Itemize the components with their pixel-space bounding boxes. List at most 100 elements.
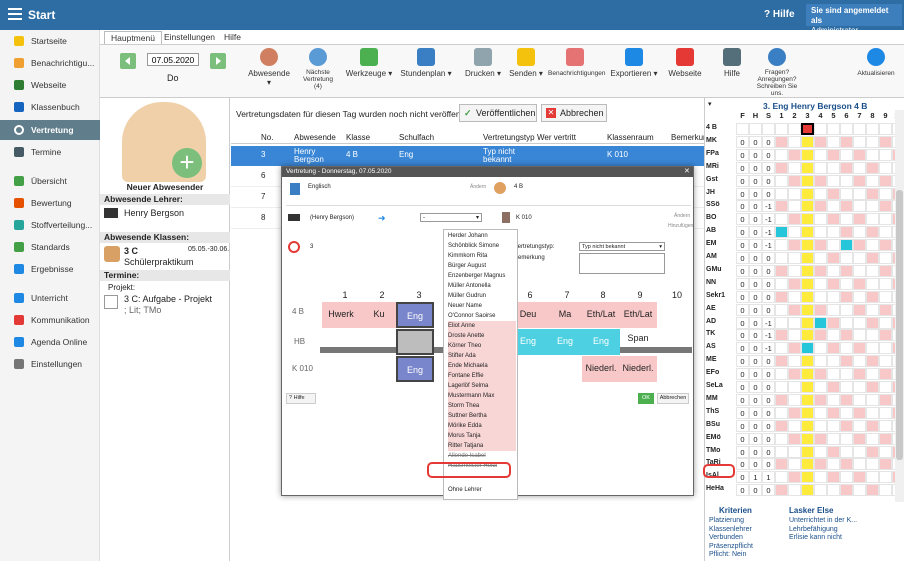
grid-cell[interactable] [788, 355, 801, 368]
grid-cell[interactable] [840, 174, 853, 187]
grid-cell[interactable] [866, 329, 879, 342]
grid-cell[interactable] [788, 226, 801, 239]
grid-cell[interactable] [866, 316, 879, 329]
grid-cell[interactable] [840, 123, 853, 135]
grid-cell[interactable] [788, 484, 801, 497]
dropdown-item[interactable]: Müller Gudrun [448, 291, 516, 301]
grid-cell[interactable] [801, 200, 814, 213]
dropdown-item[interactable]: O'Connor Saoirse [448, 311, 516, 321]
grid-cell[interactable] [853, 303, 866, 316]
grid-cell[interactable] [814, 419, 827, 432]
grid-cell[interactable] [827, 135, 840, 148]
grid-row[interactable]: MM 0 0 0 [705, 393, 904, 407]
sidebar-item-1[interactable]: Benachrichtigu... [0, 53, 100, 73]
grid-cell[interactable] [840, 264, 853, 277]
grid-cell[interactable] [775, 213, 788, 226]
grid-cell[interactable] [879, 406, 892, 419]
grid-cell[interactable] [775, 239, 788, 252]
grid-cell[interactable] [866, 161, 879, 174]
grid-cell[interactable] [866, 419, 879, 432]
dropdown-item[interactable]: Mörike Edda [448, 421, 516, 431]
grid-cell[interactable] [827, 471, 840, 484]
grid-cell[interactable] [840, 316, 853, 329]
grid-cell[interactable] [801, 239, 814, 252]
grid-row[interactable]: 4 B [705, 123, 904, 136]
grid-cell[interactable] [788, 316, 801, 329]
grid-cell[interactable] [879, 123, 892, 135]
grid-cell[interactable] [801, 445, 814, 458]
grid-cell[interactable] [866, 148, 879, 161]
grid-cell[interactable] [879, 316, 892, 329]
grid-cell[interactable] [866, 252, 879, 264]
user-menu[interactable]: Sie sind angemeldet als Administrator [806, 4, 902, 35]
grid-cell[interactable] [788, 368, 801, 381]
grid-cell[interactable] [827, 123, 840, 135]
grid-cell[interactable] [814, 161, 827, 174]
grid-cell[interactable] [775, 226, 788, 239]
grid-row[interactable]: Gst 0 0 0 [705, 174, 904, 188]
dropdown-item[interactable]: Körner Theo [448, 341, 516, 351]
grid-cell[interactable] [866, 432, 879, 445]
dropdown-item[interactable]: Müller Antonella [448, 281, 516, 291]
grid-cell[interactable] [866, 303, 879, 316]
grid-cell[interactable] [775, 381, 788, 393]
sidebar-item-13[interactable]: Agenda Online [0, 332, 100, 352]
grid-cell[interactable] [879, 471, 892, 484]
grid-cell[interactable] [788, 290, 801, 303]
grid-cell[interactable] [827, 329, 840, 342]
dropdown-item[interactable]: Lagerlöf Selma [448, 381, 516, 391]
grid-cell[interactable] [853, 290, 866, 303]
grid-cell[interactable] [853, 226, 866, 239]
dropdown-item[interactable]: Ende Michaela [448, 361, 516, 371]
grid-cell[interactable] [801, 368, 814, 381]
sidebar-item-4[interactable]: Vertretung [0, 120, 100, 140]
grid-cell[interactable] [801, 355, 814, 368]
grid-cell[interactable] [827, 252, 840, 264]
grid-cell[interactable] [801, 148, 814, 161]
grid-cell[interactable] [814, 471, 827, 484]
scrollbar[interactable] [895, 110, 904, 502]
grid-cell[interactable] [840, 445, 853, 458]
grid-cell[interactable] [853, 381, 866, 393]
benachrichtigungen-button[interactable]: Benachrichtigungen [548, 48, 605, 78]
grid-cell[interactable] [879, 148, 892, 161]
grid-cell[interactable] [814, 290, 827, 303]
grid-cell[interactable] [814, 381, 827, 393]
grid-cell[interactable] [788, 406, 801, 419]
grid-row[interactable]: ThS 0 0 0 [705, 406, 904, 420]
grid-cell[interactable] [788, 135, 801, 148]
grid-cell[interactable] [840, 471, 853, 484]
grid-cell[interactable] [814, 239, 827, 252]
grid-cell[interactable] [853, 148, 866, 161]
grid-cell[interactable] [814, 264, 827, 277]
grid-cell[interactable] [788, 303, 801, 316]
grid-cell[interactable] [788, 342, 801, 355]
grid-cell[interactable] [853, 484, 866, 497]
grid-cell[interactable] [866, 355, 879, 368]
grid-row[interactable]: SeLa 0 0 0 [705, 381, 904, 394]
grid-cell[interactable] [775, 264, 788, 277]
grid-cell[interactable] [775, 458, 788, 471]
grid-cell[interactable] [840, 252, 853, 264]
grid-cell[interactable] [827, 290, 840, 303]
absent-class[interactable]: 3 C [124, 246, 138, 256]
grid-cell[interactable] [775, 252, 788, 264]
dropdown-item[interactable]: Morus Tanja [448, 431, 516, 441]
grid-row[interactable]: MK 0 0 0 [705, 135, 904, 149]
tab-hilfe[interactable]: Hilfe [218, 31, 247, 44]
dropdown-item[interactable]: Allende Isabel [448, 451, 516, 461]
grid-row[interactable]: ME 0 0 0 [705, 355, 904, 368]
grid-cell[interactable] [827, 355, 840, 368]
grid-cell[interactable] [775, 161, 788, 174]
grid-cell[interactable] [879, 264, 892, 277]
grid-cell[interactable] [801, 174, 814, 187]
grid-cell[interactable] [879, 187, 892, 200]
grid-cell[interactable] [879, 161, 892, 174]
refresh-button[interactable]: Aktualisieren [856, 48, 896, 78]
grid-row[interactable]: SSö 0 0 -1 [705, 200, 904, 213]
grid-cell[interactable] [801, 316, 814, 329]
grid-cell[interactable] [814, 200, 827, 213]
sidebar-item-5[interactable]: Termine [0, 142, 100, 162]
grid-row[interactable]: FPa 0 0 0 [705, 148, 904, 162]
grid-cell[interactable] [788, 445, 801, 458]
